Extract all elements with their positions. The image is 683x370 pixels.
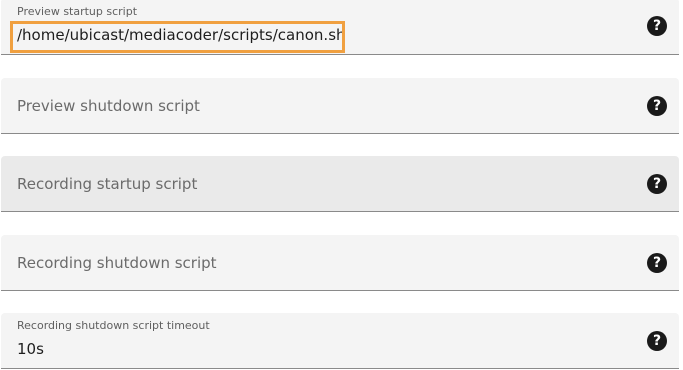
recording-shutdown-script-label: Recording shutdown script: [17, 253, 217, 272]
help-icon[interactable]: ?: [647, 173, 667, 194]
recording-shutdown-script-timeout-label: Recording shutdown script timeout: [17, 319, 210, 332]
recording-shutdown-script-field[interactable]: Recording shutdown script ?: [1, 235, 679, 291]
script-settings-form: Preview startup script /home/ubicast/med…: [0, 0, 683, 370]
help-icon[interactable]: ?: [647, 16, 667, 36]
help-icon[interactable]: ?: [647, 95, 667, 116]
highlight-box: [10, 21, 345, 53]
preview-shutdown-script-label: Preview shutdown script: [17, 96, 200, 115]
preview-shutdown-script-field[interactable]: Preview shutdown script ?: [1, 78, 679, 134]
recording-shutdown-script-timeout-field[interactable]: Recording shutdown script timeout 10s ?: [1, 313, 679, 369]
recording-startup-script-field[interactable]: Recording startup script ?: [1, 156, 679, 212]
preview-startup-script-label: Preview startup script: [17, 5, 138, 18]
help-icon[interactable]: ?: [647, 252, 667, 273]
help-icon[interactable]: ?: [647, 330, 667, 351]
preview-startup-script-field[interactable]: Preview startup script /home/ubicast/med…: [1, 0, 679, 55]
recording-shutdown-script-timeout-input[interactable]: 10s: [17, 340, 44, 358]
recording-startup-script-label: Recording startup script: [17, 174, 198, 193]
